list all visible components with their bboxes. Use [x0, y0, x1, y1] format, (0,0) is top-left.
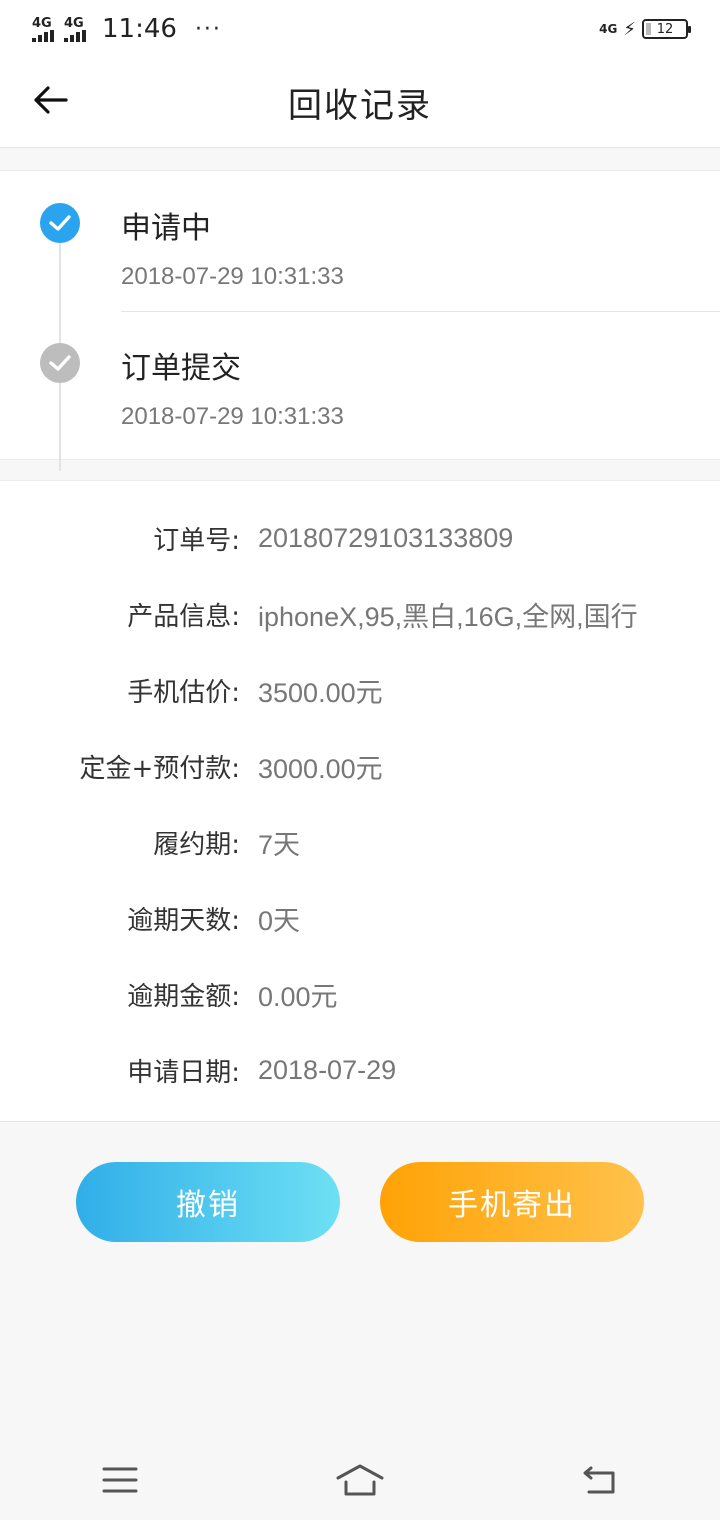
network-type-2: 4G — [64, 15, 84, 31]
detail-row-apply-date: 申请日期: 2018-07-29 — [0, 1050, 720, 1090]
system-nav-bar — [0, 1440, 720, 1520]
arrow-left-icon — [34, 86, 68, 114]
order-details: 订单号: 20180729103133809 产品信息: iphoneX,95,… — [0, 480, 720, 1122]
detail-row-order-no: 订单号: 20180729103133809 — [0, 518, 720, 558]
check-circle-icon — [40, 203, 80, 243]
page-title: 回收记录 — [288, 86, 432, 126]
app-header: 回收记录 — [0, 58, 720, 148]
detail-label: 定金+预付款: — [79, 753, 240, 784]
detail-label: 申请日期: — [127, 1057, 240, 1088]
back-icon — [583, 1466, 615, 1494]
detail-label: 逾期天数: — [127, 905, 240, 936]
detail-row-product: 产品信息: iphoneX,95,黑白,16G,全网,国行 — [0, 594, 720, 634]
detail-value: iphoneX,95,黑白,16G,全网,国行 — [258, 601, 638, 632]
step-name: 订单提交 — [121, 351, 241, 386]
more-notifications-icon: ··· — [194, 16, 222, 42]
back-nav-button[interactable] — [570, 1450, 630, 1510]
detail-row-term: 履约期: 7天 — [0, 822, 720, 862]
detail-value: 20180729103133809 — [258, 522, 514, 553]
status-timeline: 申请中 2018-07-29 10:31:33 订单提交 2018-07-29 … — [0, 170, 720, 471]
step-time: 2018-07-29 10:31:33 — [121, 403, 344, 430]
detail-label: 订单号: — [153, 525, 240, 556]
divider — [121, 311, 720, 312]
status-left: 4G 4G 11:46 ··· — [32, 14, 222, 44]
charging-icon: ⚡ — [623, 18, 636, 40]
ship-phone-button[interactable]: 手机寄出 — [380, 1162, 644, 1242]
detail-row-deposit: 定金+预付款: 3000.00元 — [0, 746, 720, 786]
detail-row-overdue-amount: 逾期金额: 0.00元 — [0, 974, 720, 1014]
signal-icon: 4G — [32, 17, 54, 42]
battery-level: 12 — [656, 21, 674, 37]
detail-value: 3500.00元 — [258, 677, 383, 708]
signal-icon-2: 4G — [64, 17, 86, 42]
step-time: 2018-07-29 10:31:33 — [121, 263, 344, 290]
check-circle-icon — [40, 343, 80, 383]
back-button[interactable] — [28, 78, 72, 122]
detail-value: 0.00元 — [258, 981, 338, 1012]
detail-label: 产品信息: — [127, 601, 240, 632]
network-type-right: 4G — [599, 22, 618, 36]
home-button[interactable] — [330, 1450, 390, 1510]
menu-button[interactable] — [90, 1450, 150, 1510]
cancel-button[interactable]: 撤销 — [76, 1162, 340, 1242]
detail-value: 3000.00元 — [258, 753, 383, 784]
status-right: 4G ⚡ 12 — [599, 18, 691, 40]
detail-value: 2018-07-29 — [258, 1054, 397, 1085]
detail-label: 履约期: — [153, 829, 240, 860]
detail-value: 0天 — [258, 905, 301, 936]
menu-icon — [102, 1467, 138, 1493]
status-time: 11:46 — [102, 14, 177, 44]
step-name: 申请中 — [121, 211, 211, 246]
detail-label: 逾期金额: — [127, 981, 240, 1012]
detail-row-estimate: 手机估价: 3500.00元 — [0, 670, 720, 710]
detail-label: 手机估价: — [127, 677, 240, 708]
battery-icon: 12 — [642, 19, 691, 39]
network-type-1: 4G — [32, 15, 52, 31]
detail-value: 7天 — [258, 829, 301, 860]
status-bar: 4G 4G 11:46 ··· 4G ⚡ 12 — [0, 0, 720, 58]
home-icon — [336, 1464, 384, 1496]
detail-row-overdue-days: 逾期天数: 0天 — [0, 898, 720, 938]
